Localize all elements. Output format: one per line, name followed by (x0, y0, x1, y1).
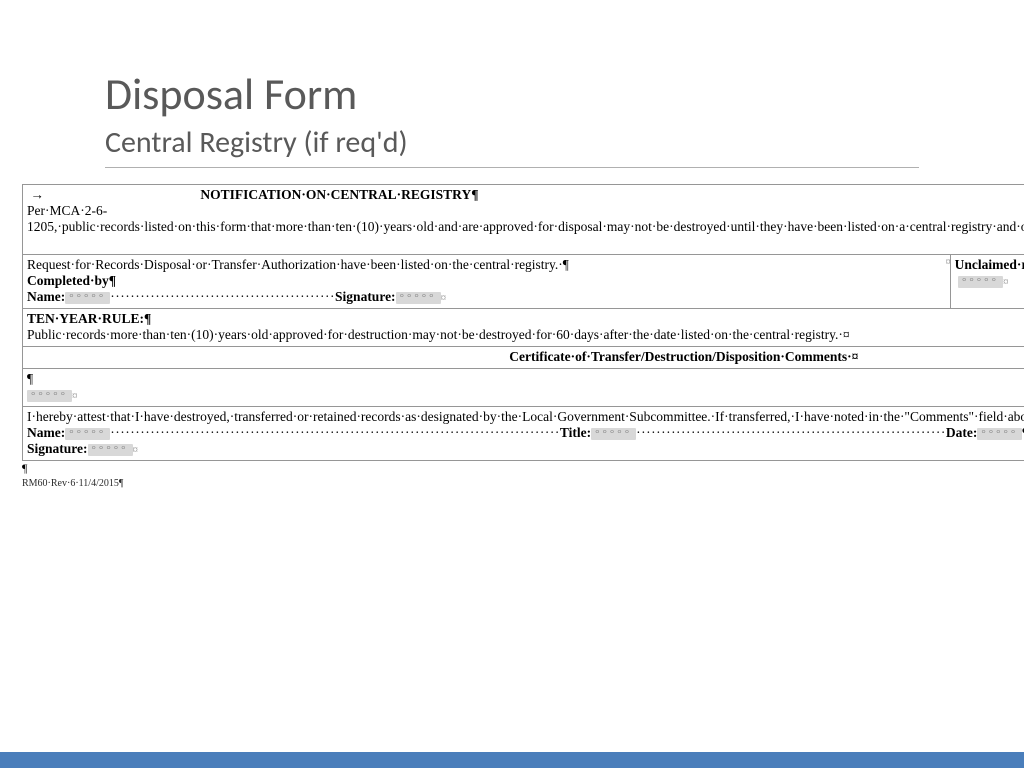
name-label: Name: (27, 289, 65, 304)
attest-name-field[interactable]: °°°°° (65, 428, 110, 440)
page-title: Disposal Form (105, 70, 1024, 118)
request-text: Request·for·Records·Disposal·or·Transfer… (27, 257, 569, 272)
date-field[interactable]: °°°°° (958, 276, 1003, 288)
attest-date-label: Date: (946, 425, 977, 440)
ten-year-heading: TEN·YEAR·RULE:¶ (27, 311, 151, 326)
unclaimed-cell: ¤ Unclaimed·records·may·be·disposed·60·d… (950, 255, 1024, 309)
ten-year-text: Public·records·more·than·ten·(10)·years·… (27, 327, 850, 342)
notification-heading: NOTIFICATION·ON·CENTRAL·REGISTRY¶ (200, 187, 478, 202)
slide: Disposal Form Central Registry (if req'd… (0, 0, 1024, 768)
attest-date-field[interactable]: °°°°° (977, 428, 1022, 440)
attest-title-field[interactable]: °°°°° (591, 428, 636, 440)
cert-heading: Certificate·of·Transfer/Destruction/Disp… (509, 349, 858, 364)
bottom-accent-bar (0, 752, 1024, 768)
dot-leader: ········································… (110, 289, 335, 304)
attest-text: I·hereby·attest·that·I·have·destroyed,·t… (27, 409, 1024, 424)
completed-by: Completed·by¶ (27, 273, 116, 288)
attest-row: ¤ I·hereby·attest·that·I·have·destroyed,… (23, 407, 1024, 461)
form-table: ¤ → NOTIFICATION·ON·CENTRAL·REGISTRY¶ Pe… (22, 184, 1024, 461)
ten-year-row: ¤ TEN·YEAR·RULE:¶ Public·records·more·th… (23, 309, 1024, 347)
post-table-para: ¶ (22, 461, 1016, 476)
cert-heading-row: ¤ Certificate·of·Transfer/Destruction/Di… (23, 347, 1024, 369)
comments-field[interactable]: °°°°° (27, 390, 72, 402)
attest-title-label: Title: (560, 425, 591, 440)
unclaimed-text: Unclaimed·records·may·be·disposed·60·day… (955, 257, 1024, 272)
attest-sig-label: Signature: (27, 441, 88, 456)
tab-icon: → (27, 187, 197, 203)
title-rule (105, 167, 919, 168)
name-field[interactable]: °°°°° (65, 292, 110, 304)
comments-row: ¤ ¶ °°°°°¤ (23, 369, 1024, 407)
attest-name-label: Name: (27, 425, 65, 440)
mca-text: Per·MCA·2-6-1205,·public·records·listed·… (27, 203, 1024, 234)
attest-sig-field[interactable]: °°°°° (88, 444, 133, 456)
revision-footer: RM60·Rev·6·11/4/2015¶ (22, 478, 1024, 489)
form-area: ¤ → NOTIFICATION·ON·CENTRAL·REGISTRY¶ Pe… (22, 184, 1016, 476)
request-cell: ¤ Request·for·Records·Disposal·or·Transf… (23, 255, 951, 309)
notification-row: ¤ → NOTIFICATION·ON·CENTRAL·REGISTRY¶ Pe… (23, 185, 1024, 255)
page-subtitle: Central Registry (if req'd) (105, 124, 1024, 161)
title-block: Disposal Form Central Registry (if req'd… (0, 0, 1024, 161)
signature-field[interactable]: °°°°° (396, 292, 441, 304)
signature-label: Signature: (335, 289, 396, 304)
